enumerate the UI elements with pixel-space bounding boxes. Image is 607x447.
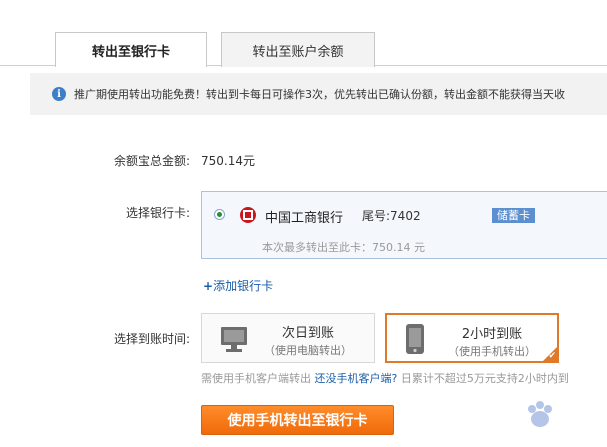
bank-card-option[interactable]: 中国工商银行 尾号:7402 储蓄卡 本次最多转出至此卡：750.14 元 [201, 191, 607, 259]
footnote-suffix: 日累计不超过5万元支持2小时内到 [400, 372, 569, 385]
bank-name: 中国工商银行 [265, 211, 344, 226]
add-bank-card-label: 添加银行卡 [213, 279, 274, 293]
footnote-prefix: 需使用手机客户端转出 [201, 372, 311, 385]
max-transfer-hint: 本次最多转出至此卡：750.14 元 [262, 241, 425, 254]
card-tail-number: 尾号:7402 [362, 209, 421, 223]
balance-label: 余额宝总金额: [113, 154, 190, 168]
option-title: 2小时到账 [461, 327, 523, 342]
option-subtitle: （使用手机转出） [448, 345, 536, 358]
get-mobile-client-link[interactable]: 还没手机客户端? [315, 372, 398, 385]
bank-card-radio[interactable] [214, 209, 225, 220]
arrival-footnote: 需使用手机客户端转出 还没手机客户端? 日累计不超过5万元支持2小时内到 [201, 370, 569, 386]
option-title: 次日到账 [281, 326, 334, 341]
balance-value: 750.14元 [201, 154, 255, 168]
plus-icon: + [203, 279, 214, 293]
baidu-watermark-icon [528, 401, 552, 427]
add-bank-card-link[interactable]: +添加银行卡 [203, 277, 273, 294]
notice-bar: i 推广期使用转出功能免费！转出到卡每日可操作3次，优先转出已确认份额，转出金额… [30, 73, 607, 115]
submit-transfer-button[interactable]: 使用手机转出至银行卡 [201, 405, 394, 435]
card-type-badge: 储蓄卡 [492, 208, 535, 223]
info-icon: i [52, 87, 66, 101]
tab-bar: 转出至银行卡 转出至账户余额 [0, 0, 607, 67]
icbc-logo-icon [240, 207, 256, 223]
bank-card-label: 选择银行卡: [125, 206, 190, 220]
arrival-option-next-day[interactable]: 次日到账 （使用电脑转出） [201, 313, 375, 363]
check-icon: ✔ [548, 351, 556, 361]
notice-text: 推广期使用转出功能免费！转出到卡每日可操作3次，优先转出已确认份额，转出金额不能… [74, 88, 565, 101]
arrival-option-2-hours[interactable]: 2小时到账 （使用手机转出） ✔ [385, 313, 559, 363]
option-subtitle: （使用电脑转出） [264, 344, 352, 357]
tab-transfer-to-bank-card[interactable]: 转出至银行卡 [55, 32, 207, 67]
arrival-time-label: 选择到账时间: [113, 332, 190, 346]
tab-transfer-to-account-balance[interactable]: 转出至账户余额 [221, 32, 375, 67]
